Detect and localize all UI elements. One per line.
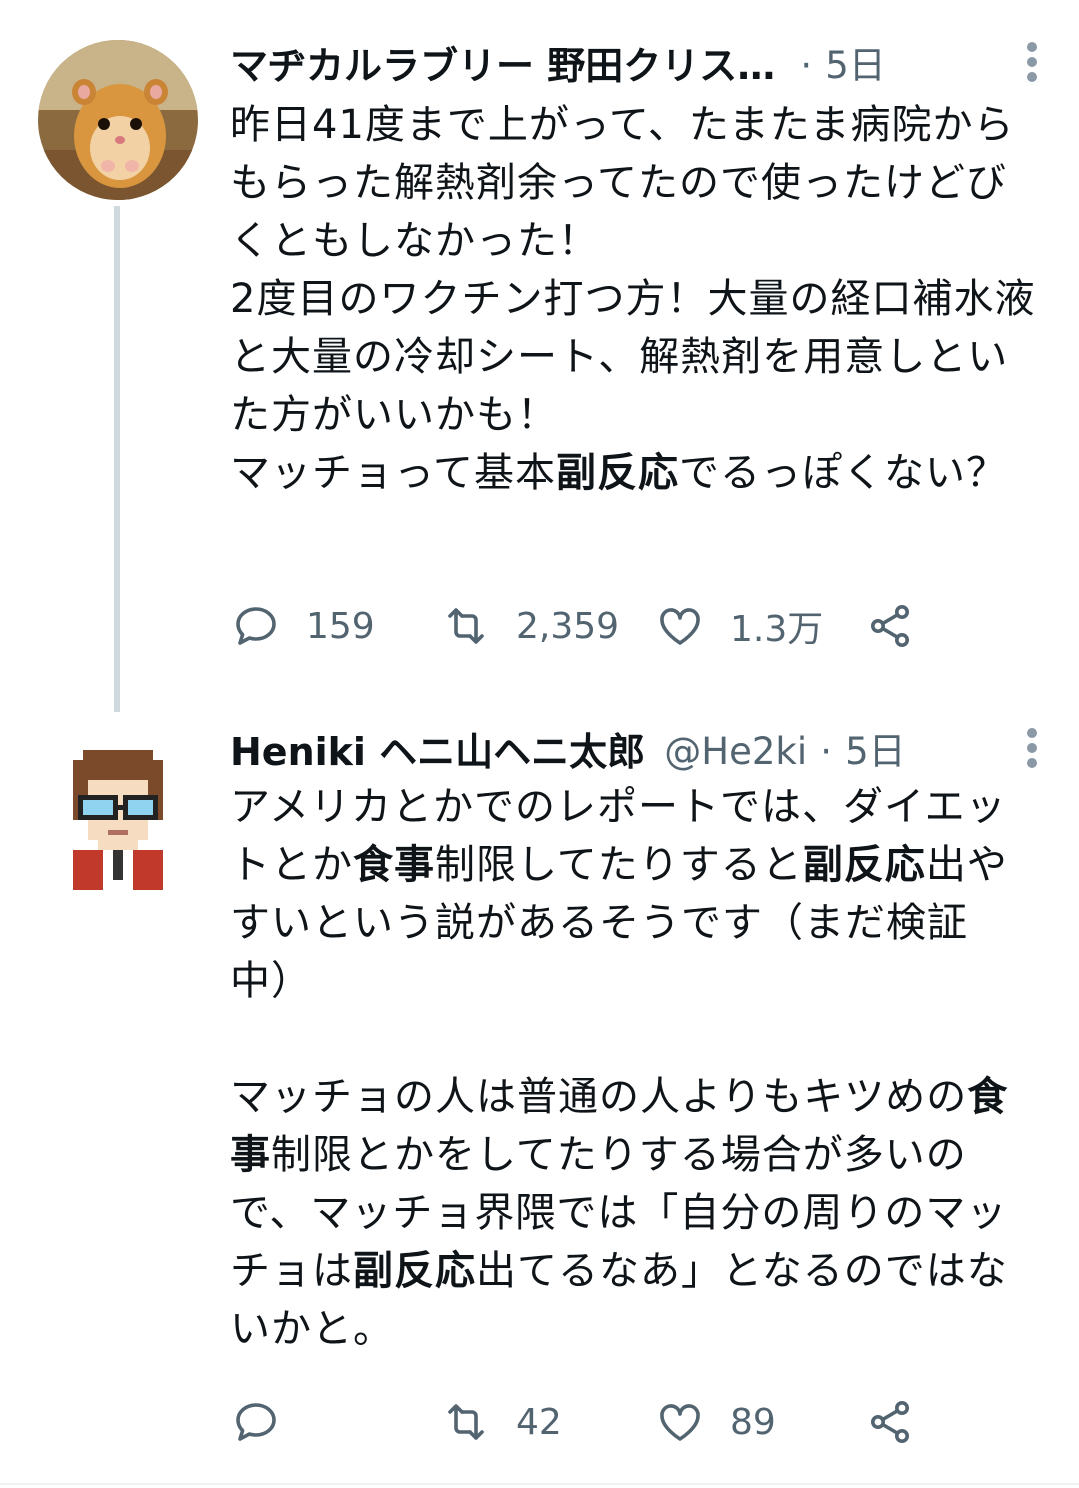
like-icon [660, 1404, 700, 1441]
retweet-icon [448, 608, 484, 644]
reply-icon [236, 1403, 276, 1441]
divider [0, 1483, 1079, 1485]
user-handle[interactable]: @He2ki [664, 722, 807, 782]
retweet-count: 42 [516, 1401, 562, 1443]
action-bar: 159 2,359 1.3万 [230, 596, 1043, 656]
retweet-icon [448, 1404, 484, 1440]
thread-line [114, 206, 120, 712]
like-button[interactable]: 89 [656, 1392, 776, 1452]
tweet-text: 昨日41度まで上がって、たまたま病院からもらった解熱剤余ってたので使ったけどびく… [230, 102, 1036, 496]
like-count: 1.3万 [730, 609, 824, 650]
share-button[interactable] [866, 596, 914, 656]
reply-count: 159 [306, 605, 375, 647]
separator: · [820, 730, 832, 773]
display-name[interactable]: マヂカルラブリー 野田クリス… [230, 36, 775, 96]
action-bar: 42 89 [230, 1392, 1043, 1452]
reply-icon [236, 607, 276, 645]
more-icon[interactable] [1025, 728, 1039, 774]
like-button[interactable]: 1.3万 [656, 596, 823, 656]
avatar[interactable] [38, 40, 198, 200]
share-icon [871, 605, 909, 647]
more-icon[interactable] [1025, 42, 1039, 88]
reply-button[interactable] [232, 1392, 306, 1452]
tweet-header: Heniki ヘニ山ヘニ太郎 @He2ki · 5日 [230, 722, 1043, 782]
like-icon [660, 608, 700, 645]
tweet-2[interactable]: Heniki ヘニ山ヘニ太郎 @He2ki · 5日 アメリカとかでのレポートで… [0, 700, 1079, 1485]
separator: · [800, 44, 813, 87]
retweet-button[interactable]: 2,359 [442, 596, 619, 656]
tweet-text: アメリカとかでのレポートでは、ダイエットとか食事制限してたりすると副反応出やすい… [230, 784, 1009, 1352]
display-name[interactable]: Heniki ヘニ山ヘニ太郎 [230, 722, 645, 782]
like-count: 89 [730, 1401, 776, 1443]
timestamp[interactable]: 5日 [845, 722, 906, 782]
share-button[interactable] [866, 1392, 914, 1452]
tweet-1[interactable]: マヂカルラブリー 野田クリス… · 5日 昨日41度まで上がって、たまたま病院か… [0, 0, 1079, 712]
timestamp[interactable]: 5日 [825, 36, 886, 96]
tweet-header: マヂカルラブリー 野田クリス… · 5日 [230, 36, 1043, 96]
reply-button[interactable]: 159 [232, 596, 375, 656]
retweet-count: 2,359 [516, 605, 620, 647]
avatar[interactable] [58, 740, 178, 890]
retweet-button[interactable]: 42 [442, 1392, 562, 1452]
share-icon [871, 1401, 909, 1443]
